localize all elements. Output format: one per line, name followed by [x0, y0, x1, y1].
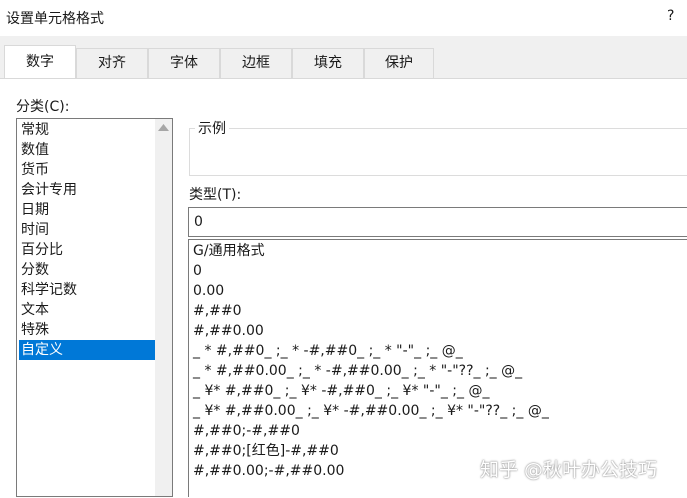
category-item-scientific[interactable]: 科学记数: [19, 280, 157, 300]
category-item-currency[interactable]: 货币: [19, 160, 157, 180]
format-item[interactable]: G/通用格式: [193, 241, 683, 261]
category-item-custom[interactable]: 自定义: [19, 340, 157, 360]
tab-strip: 数字 对齐 字体 边框 填充 保护: [0, 36, 687, 79]
format-item[interactable]: 0.00: [193, 281, 683, 301]
format-item[interactable]: _ * #,##0.00_ ;_ * -#,##0.00_ ;_ * "-"??…: [193, 361, 683, 381]
category-item-number[interactable]: 数值: [19, 140, 157, 160]
category-item-general[interactable]: 常规: [19, 120, 157, 140]
format-item[interactable]: _ ¥* #,##0_ ;_ ¥* -#,##0_ ;_ ¥* "-"_ ;_ …: [193, 381, 683, 401]
title-bar: 设置单元格格式 ?: [0, 0, 687, 36]
chevron-up-icon: [158, 124, 169, 131]
category-item-accounting[interactable]: 会计专用: [19, 180, 157, 200]
format-item[interactable]: #,##0: [193, 301, 683, 321]
format-item[interactable]: _ * #,##0_ ;_ * -#,##0_ ;_ * "-"_ ;_ @_: [193, 341, 683, 361]
scroll-up-button[interactable]: [155, 119, 172, 136]
type-input[interactable]: [188, 207, 687, 237]
format-item[interactable]: #,##0;-#,##0: [193, 421, 683, 441]
sample-group-border: [190, 128, 687, 129]
category-item-special[interactable]: 特殊: [19, 320, 157, 340]
tab-border[interactable]: 边框: [220, 48, 292, 78]
format-item[interactable]: #,##0.00: [193, 321, 683, 341]
tab-number[interactable]: 数字: [4, 45, 76, 79]
category-item-fraction[interactable]: 分数: [19, 260, 157, 280]
sample-label: 示例: [195, 118, 229, 138]
tab-fill[interactable]: 填充: [292, 48, 364, 78]
category-scrollbar[interactable]: [155, 119, 172, 496]
tab-font[interactable]: 字体: [148, 48, 220, 78]
category-list[interactable]: 常规 数值 货币 会计专用 日期 时间 百分比 分数 科学记数 文本 特殊 自定…: [16, 118, 173, 497]
category-item-text[interactable]: 文本: [19, 300, 157, 320]
category-item-percentage[interactable]: 百分比: [19, 240, 157, 260]
format-item[interactable]: _ ¥* #,##0.00_ ;_ ¥* -#,##0.00_ ;_ ¥* "-…: [193, 401, 683, 421]
sample-group-border-bottom: [189, 175, 687, 176]
help-button[interactable]: ?: [667, 8, 674, 24]
category-item-time[interactable]: 时间: [19, 220, 157, 240]
sample-group-border-left: [189, 128, 190, 176]
watermark: 知乎 @秋叶办公技巧: [480, 459, 658, 481]
tab-alignment[interactable]: 对齐: [76, 48, 148, 78]
dialog-title: 设置单元格格式: [6, 11, 104, 27]
format-item[interactable]: 0: [193, 261, 683, 281]
category-label: 分类(C):: [16, 99, 70, 115]
type-label: 类型(T):: [189, 187, 242, 203]
tab-protection[interactable]: 保护: [364, 48, 434, 78]
category-item-date[interactable]: 日期: [19, 200, 157, 220]
